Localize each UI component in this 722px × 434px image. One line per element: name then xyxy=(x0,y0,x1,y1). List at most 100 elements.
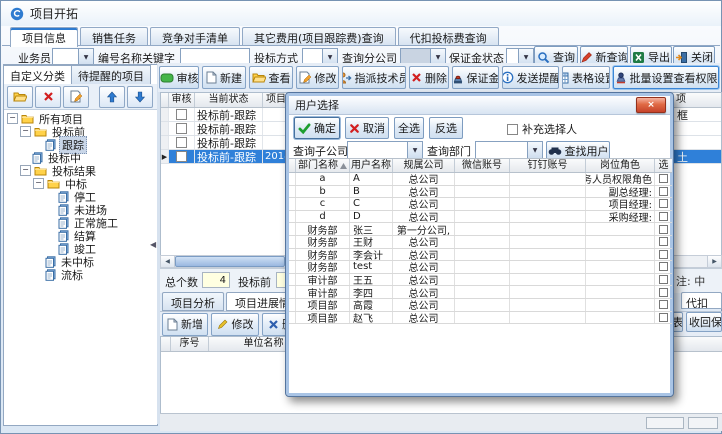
delete-category-button[interactable] xyxy=(35,86,61,108)
column-header[interactable] xyxy=(161,93,169,107)
audit-checkbox[interactable] xyxy=(176,151,187,162)
column-header[interactable]: 岗位角色 xyxy=(586,159,655,172)
select-checkbox[interactable] xyxy=(659,300,668,309)
select-checkbox[interactable] xyxy=(659,237,668,246)
dialog-button[interactable]: 确定 xyxy=(294,117,340,139)
column-header[interactable]: 序号 xyxy=(171,337,209,351)
dialog-close-button[interactable]: × xyxy=(636,97,666,113)
chevron-down-icon[interactable]: ▼ xyxy=(527,142,542,158)
user-row[interactable]: 财务部张三第一分公司, xyxy=(289,223,672,236)
select-checkbox[interactable] xyxy=(659,288,668,297)
column-header[interactable]: 钉钉账号 xyxy=(510,159,586,172)
column-header[interactable]: 部门名称 xyxy=(296,159,350,172)
toolbar-button[interactable]: 查看 xyxy=(249,66,293,89)
toolbar-button-label: 指派技术员 xyxy=(355,70,407,86)
select-checkbox[interactable] xyxy=(659,275,668,284)
chevron-down-icon[interactable]: ▼ xyxy=(78,49,93,65)
dialog-button[interactable]: 反选 xyxy=(429,117,463,139)
dialog-button[interactable]: 取消 xyxy=(345,117,389,139)
audit-cell xyxy=(169,150,195,163)
top-tab[interactable]: 竞争对手清单 xyxy=(150,27,240,45)
top-tab[interactable]: 销售任务 xyxy=(80,27,148,45)
supplement-selector-checkbox[interactable] xyxy=(507,124,518,135)
bottom-toolbar-button[interactable]: 新增 xyxy=(162,313,208,336)
expand-toggle-icon[interactable]: − xyxy=(33,178,44,189)
bottom-toolbar-button[interactable]: 修改 xyxy=(211,313,259,336)
audit-checkbox[interactable] xyxy=(176,137,187,148)
toolbar-button[interactable]: 表格设置 xyxy=(562,66,610,89)
toolbar-button[interactable]: 保证金 xyxy=(452,66,499,89)
toolbar-button[interactable]: 新建 xyxy=(202,66,246,89)
user-row[interactable]: aA总公司财务人员权限角色 xyxy=(289,173,672,186)
user-row[interactable]: 项目部高霞总公司 xyxy=(289,299,672,312)
select-checkbox[interactable] xyxy=(659,174,668,183)
expand-toggle-icon[interactable]: − xyxy=(20,165,31,176)
sub-company-combo[interactable]: ▼ xyxy=(347,141,423,159)
scroll-left-icon[interactable]: ◀ xyxy=(161,256,175,267)
toolbar-button[interactable]: 发送提醒 xyxy=(502,66,559,89)
select-checkbox[interactable] xyxy=(659,250,668,259)
row-indicator xyxy=(289,173,296,185)
background-button-fragment[interactable]: 收回保 xyxy=(686,312,722,332)
dialog-title: 用户选择 xyxy=(295,97,339,113)
user-row[interactable]: 审计部王五总公司 xyxy=(289,274,672,287)
column-header[interactable]: 规属公司 xyxy=(393,159,455,172)
category-panel-tab[interactable]: 自定义分类 xyxy=(4,65,72,85)
role-cell: 项目经理: xyxy=(586,198,655,210)
toolbar-button[interactable]: 删除 xyxy=(409,66,449,89)
toolbar-button[interactable]: 批量设置查看权限 xyxy=(613,66,719,89)
toolbar-button[interactable]: 指派技术员 xyxy=(342,66,406,89)
status-cell: 投标前-跟踪 xyxy=(195,122,263,135)
user-row[interactable]: 财务部王财总公司 xyxy=(289,236,672,249)
move-down-button[interactable] xyxy=(127,86,153,108)
select-checkbox[interactable] xyxy=(659,199,668,208)
splitter-collapse-icon[interactable]: ◀ xyxy=(150,240,156,249)
scroll-right-icon[interactable]: ▶ xyxy=(707,256,721,267)
top-tab[interactable]: 项目信息 xyxy=(10,27,78,47)
column-header[interactable]: 当前状态 xyxy=(195,93,263,107)
toolbar-button[interactable]: 修改 xyxy=(296,66,339,89)
dept-cell: c xyxy=(296,198,350,210)
user-row[interactable]: 财务部李会计总公司 xyxy=(289,249,672,262)
column-header[interactable]: 审核 xyxy=(169,93,195,107)
chevron-down-icon[interactable]: ▼ xyxy=(407,142,422,158)
select-checkbox[interactable] xyxy=(659,313,668,322)
user-row[interactable]: 财务部test总公司 xyxy=(289,261,672,274)
column-header[interactable]: 选 xyxy=(655,159,672,172)
user-row[interactable]: 审计部李四总公司 xyxy=(289,286,672,299)
select-checkbox[interactable] xyxy=(659,225,668,234)
status-cell: 投标前-跟踪 xyxy=(195,150,263,163)
expand-toggle-icon[interactable]: − xyxy=(7,113,18,124)
bottom-tab[interactable]: 项目分析 xyxy=(162,292,224,311)
move-up-button[interactable] xyxy=(99,86,125,108)
edit-category-button[interactable] xyxy=(63,86,89,108)
column-header[interactable]: 微信账号 xyxy=(455,159,510,172)
select-checkbox[interactable] xyxy=(659,187,668,196)
audit-checkbox[interactable] xyxy=(176,109,187,120)
column-header[interactable] xyxy=(289,159,296,172)
user-row[interactable]: cC总公司项目经理: xyxy=(289,198,672,211)
department-combo[interactable]: ▼ xyxy=(475,141,543,159)
category-panel-tab[interactable]: 待提醒的项目 xyxy=(72,65,151,85)
user-row[interactable]: 项目部赵飞总公司 xyxy=(289,312,672,325)
select-checkbox[interactable] xyxy=(659,262,668,271)
select-checkbox[interactable] xyxy=(659,212,668,221)
user-row[interactable]: dD总公司采购经理: xyxy=(289,211,672,224)
expand-toggle-icon[interactable]: − xyxy=(20,126,31,137)
tree-item[interactable]: 流标 xyxy=(4,268,157,281)
dialog-titlebar[interactable]: 用户选择 × xyxy=(289,96,670,115)
top-tab[interactable]: 代扣投标费查询 xyxy=(398,27,499,45)
toolbar-button[interactable]: 审核 xyxy=(159,66,199,89)
top-tab[interactable]: 其它费用(项目跟踪费)查询 xyxy=(242,27,396,45)
column-header[interactable] xyxy=(161,337,171,351)
dialog-button[interactable]: 全选 xyxy=(394,117,424,139)
wechat-cell xyxy=(455,249,510,261)
background-tab-fragment[interactable]: 代扣 xyxy=(681,292,722,309)
column-header[interactable]: 项 xyxy=(673,93,721,107)
audit-checkbox[interactable] xyxy=(176,123,187,134)
user-row[interactable]: bB总公司副总经理: xyxy=(289,186,672,199)
open-category-button[interactable] xyxy=(7,86,33,108)
scrollbar-thumb[interactable] xyxy=(175,256,285,267)
column-header[interactable]: 用户名称 xyxy=(350,159,393,172)
dept-cell: d xyxy=(296,211,350,223)
